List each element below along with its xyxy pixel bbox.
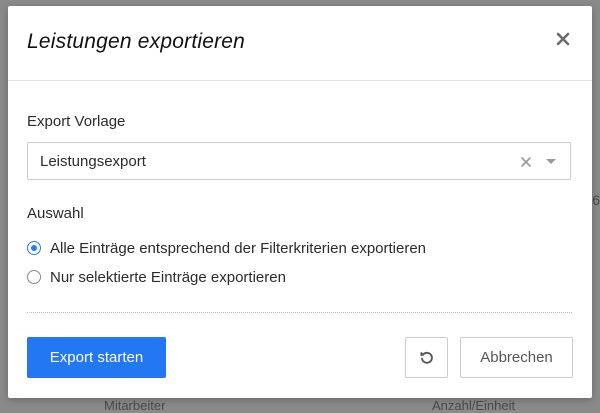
radio-option-all[interactable]: Alle Einträge entsprechend der Filterkri… [27,238,426,258]
selection-label: Auswahl [27,205,84,222]
radio-button[interactable] [27,270,41,284]
radio-option-label: Alle Einträge entsprechend der Filterkri… [50,239,427,257]
chevron-down-icon[interactable] [546,159,556,164]
export-template-select[interactable]: Leistungsexport [27,142,571,180]
cancel-button[interactable]: Abbrechen [460,337,573,378]
reset-button[interactable] [405,337,448,378]
radio-option-label: Nur selektierte Einträge exportieren [50,268,286,286]
start-export-button[interactable]: Export starten [27,337,166,378]
divider [27,312,572,313]
close-icon [556,32,570,46]
close-button[interactable] [554,30,572,48]
backdrop-cell-value: 6 [592,192,600,208]
export-dialog: Leistungen exportieren Export Vorlage Le… [8,6,592,398]
export-template-value: Leistungsexport [40,153,146,170]
dialog-title: Leistungen exportieren [27,30,246,53]
radio-button[interactable] [27,241,41,255]
dialog-header: Leistungen exportieren [8,6,592,81]
clear-icon[interactable] [520,155,532,167]
radio-option-selected[interactable]: Nur selektierte Einträge exportieren [27,267,286,287]
reset-icon [419,351,433,364]
export-template-label: Export Vorlage [27,113,126,130]
